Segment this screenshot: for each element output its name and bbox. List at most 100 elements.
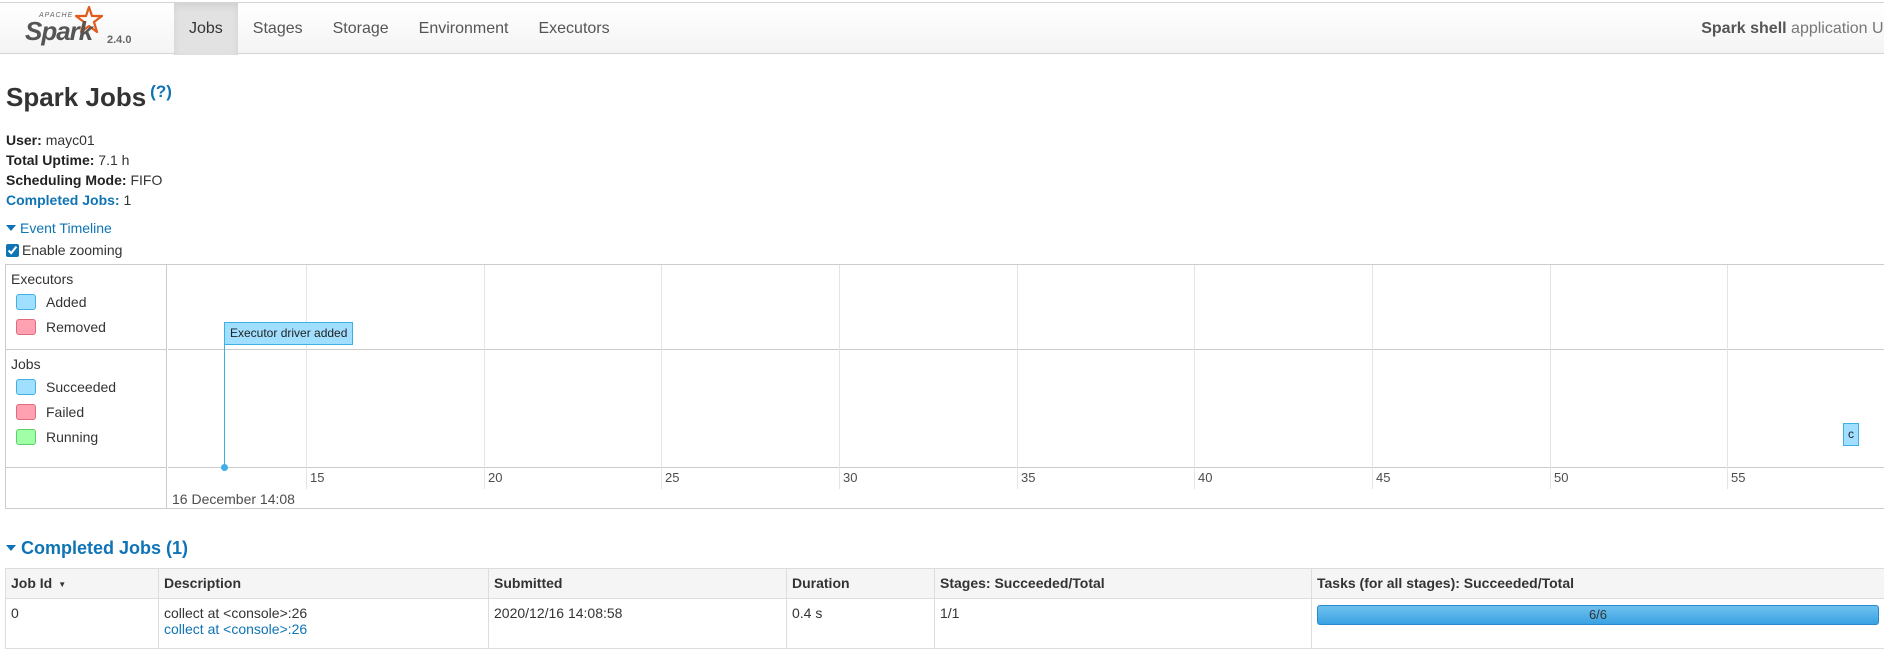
tick-mark (1017, 468, 1018, 489)
completed-jobs-table: Job Id ▼ Description Submitted Duration S… (5, 568, 1884, 649)
tick-mark (839, 468, 840, 489)
summary-uptime-label: Total Uptime: (6, 152, 95, 168)
gridline (661, 265, 662, 468)
triangle-down-icon (6, 225, 16, 231)
tick-mark (306, 468, 307, 489)
summary-mode-label: Scheduling Mode: (6, 172, 127, 188)
cell-tasks: 6/6 (1311, 598, 1884, 649)
event-timeline[interactable]: Executors Added Removed Jobs Succeeded F… (5, 264, 1884, 509)
tick-mark (1550, 468, 1551, 489)
event-timeline-label: Event Timeline (20, 220, 112, 236)
logo-spark-text: Spark (25, 16, 93, 46)
top-navbar: APACHE Spark 2.4.0 Jobs Stages Storage E… (0, 2, 1884, 55)
executor-event-dot (221, 464, 228, 471)
summary-user-value: mayc01 (45, 132, 95, 148)
legend-added: Added (16, 293, 86, 311)
cell-submitted: 2020/12/16 14:08:58 (488, 598, 787, 649)
tasks-progress-bar: 6/6 (1317, 605, 1879, 625)
tick-mark (1372, 468, 1373, 489)
enable-zooming-checkbox[interactable] (6, 244, 19, 257)
col-header-description[interactable]: Description (158, 568, 489, 599)
completed-jobs-toggle[interactable]: Completed Jobs (1) (6, 538, 188, 559)
tick-mark (1727, 468, 1728, 489)
cell-description: collect at <console>:26 collect at <cons… (158, 598, 489, 649)
page-title: Spark Jobs (?) (6, 82, 172, 113)
job-description: collect at <console>:26 (164, 605, 308, 621)
gridline (1550, 265, 1551, 468)
timeline-legend-panel: Executors Added Removed Jobs Succeeded F… (6, 265, 167, 508)
tick-label: 35 (1021, 470, 1036, 485)
jobs-group: Jobs Succeeded Failed Running (6, 350, 166, 468)
help-link[interactable]: (?) (150, 82, 172, 101)
legend-removed: Removed (16, 318, 106, 336)
completed-jobs-link[interactable]: Completed Jobs: (6, 192, 120, 208)
cell-duration: 0.4 s (786, 598, 935, 649)
summary-mode-value: FIFO (130, 172, 163, 188)
spark-version: 2.4.0 (107, 34, 132, 46)
sort-down-icon: ▼ (58, 580, 67, 589)
axis-separator (168, 467, 1884, 468)
tab-storage[interactable]: Storage (318, 3, 404, 55)
tick-label: 20 (488, 470, 503, 485)
summary-uptime-value: 7.1 h (98, 152, 130, 168)
gridline (306, 265, 307, 468)
tab-executors[interactable]: Executors (523, 3, 624, 55)
executor-added-event[interactable]: Executor driver added (224, 322, 354, 345)
tick-label: 40 (1198, 470, 1213, 485)
tick-label: 25 (665, 470, 680, 485)
table-header-row: Job Id ▼ Description Submitted Duration S… (5, 568, 1884, 599)
cell-stages: 1/1 (934, 598, 1312, 649)
added-swatch (16, 294, 36, 310)
tick-label: 55 (1731, 470, 1746, 485)
summary-completed-value: 1 (123, 192, 132, 208)
tasks-progress-label: 6/6 (1588, 607, 1608, 622)
enable-zooming-control[interactable]: Enable zooming (6, 242, 122, 258)
col-header-stages[interactable]: Stages: Succeeded/Total (934, 568, 1312, 599)
job-description-link[interactable]: collect at <console>:26 (164, 621, 307, 637)
legend-succeeded: Succeeded (16, 378, 116, 396)
summary-scheduling-mode: Scheduling Mode: FIFO (6, 170, 162, 190)
page-title-text: Spark Jobs (6, 82, 147, 112)
tick-label: 30 (843, 470, 858, 485)
tab-stages[interactable]: Stages (238, 3, 318, 55)
gridline (484, 265, 485, 468)
gridline (1017, 265, 1018, 468)
executors-group-title: Executors (11, 271, 74, 287)
timeline-date-label: 16 December 14:08 (172, 491, 295, 507)
event-timeline-toggle[interactable]: Event Timeline (6, 220, 112, 236)
gridline (1194, 265, 1195, 468)
col-header-job-id[interactable]: Job Id ▼ (5, 568, 159, 599)
tick-mark (661, 468, 662, 489)
legend-failed: Failed (16, 403, 84, 421)
legend-running-label: Running (46, 429, 99, 445)
job-succeeded-event[interactable]: c (1843, 423, 1859, 446)
tick-label: 50 (1554, 470, 1569, 485)
legend-removed-label: Removed (46, 319, 106, 335)
tab-jobs[interactable]: Jobs (174, 3, 238, 55)
running-swatch (16, 429, 36, 445)
removed-swatch (16, 319, 36, 335)
col-header-tasks[interactable]: Tasks (for all stages): Succeeded/Total (1311, 568, 1884, 599)
timeline-canvas[interactable]: 15 20 25 30 35 40 45 50 55 16 December 1… (168, 265, 1884, 508)
app-name: Spark shell application UI (1701, 3, 1884, 55)
legend-succeeded-label: Succeeded (46, 379, 117, 395)
col-header-submitted[interactable]: Submitted (488, 568, 787, 599)
spark-logo[interactable]: APACHE Spark 2.4.0 (25, 6, 145, 52)
gridline (1372, 265, 1373, 468)
triangle-down-icon (6, 545, 16, 551)
tick-mark (484, 468, 485, 489)
group-separator (168, 349, 1884, 350)
succeeded-swatch (16, 379, 36, 395)
summary-user: User: mayc01 (6, 130, 162, 150)
legend-running: Running (16, 428, 98, 446)
job-summary: User: mayc01 Total Uptime: 7.1 h Schedul… (6, 130, 162, 210)
executors-group: Executors Added Removed (6, 265, 166, 350)
col-header-duration[interactable]: Duration (786, 568, 935, 599)
legend-failed-label: Failed (46, 404, 85, 420)
tab-environment[interactable]: Environment (404, 3, 524, 55)
jobs-group-title: Jobs (11, 356, 41, 372)
nav-tabs: Jobs Stages Storage Environment Executor… (174, 3, 625, 55)
completed-jobs-title: Completed Jobs (1) (21, 538, 189, 558)
executor-event-stem (224, 335, 225, 468)
tick-label: 45 (1376, 470, 1391, 485)
